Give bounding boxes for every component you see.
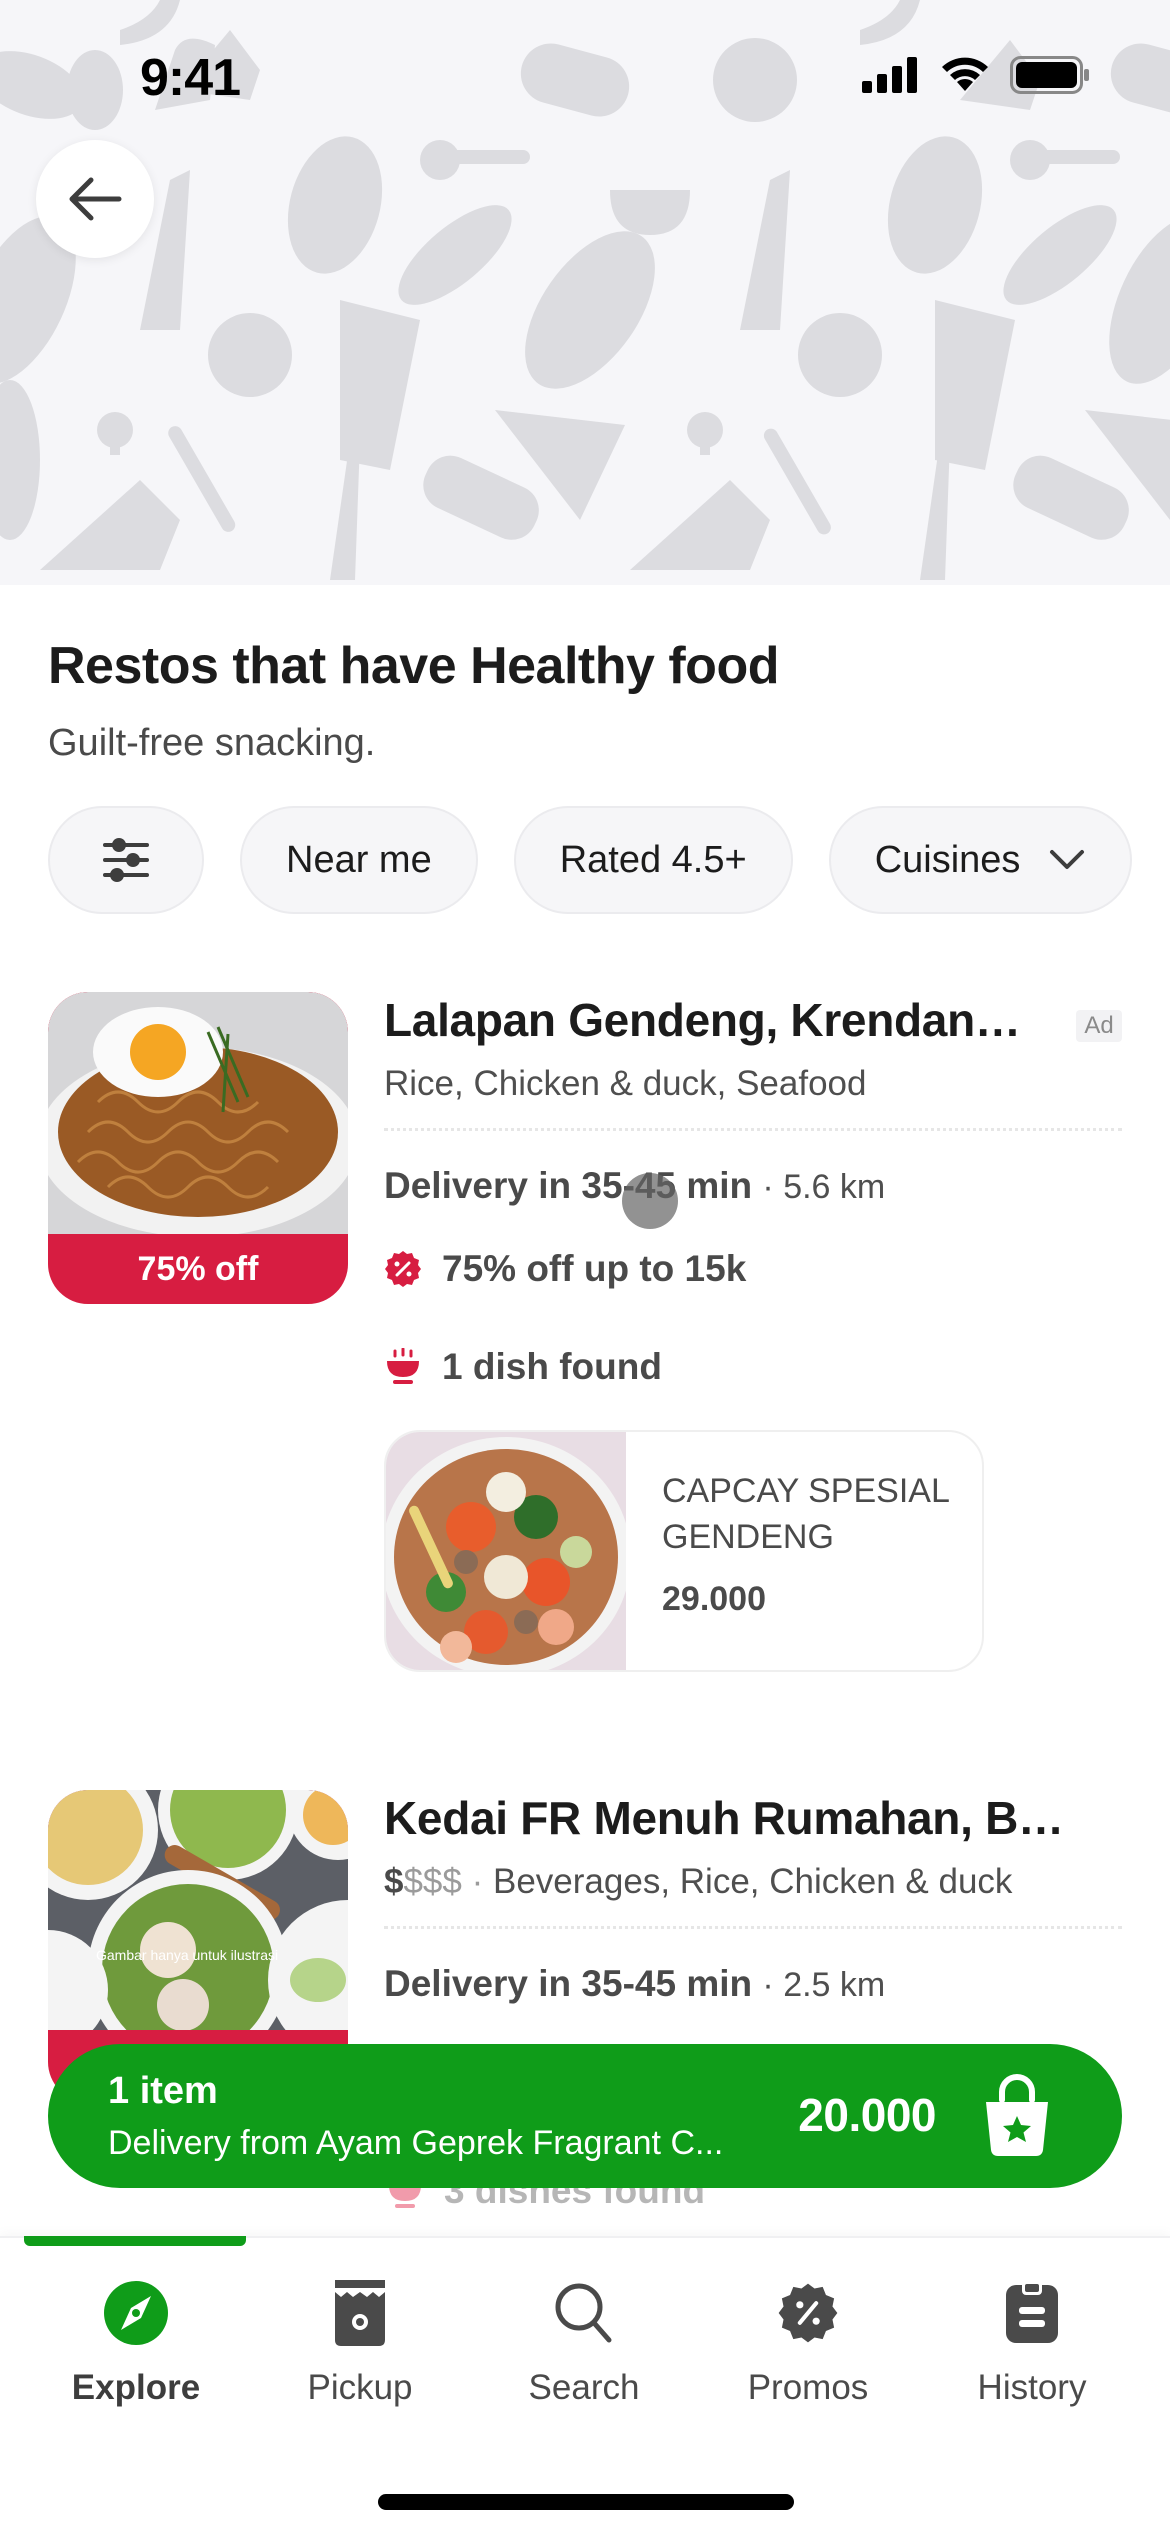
restaurant-name[interactable]: Kedai FR Menuh Rumahan, Bel...: [384, 1790, 1084, 1846]
distance: 5.6 km: [783, 1168, 886, 1206]
chip-label: Cuisines: [874, 838, 1021, 881]
distance: 2.5 km: [783, 1966, 886, 2004]
restaurant-cuisines: Beverages, Rice, Chicken & duck: [493, 1862, 1013, 1901]
near-me-chip[interactable]: Near me: [240, 806, 478, 914]
discount-label: 75% off: [137, 1249, 259, 1288]
ad-badge: Ad: [1076, 1010, 1122, 1042]
nav-label: Pickup: [307, 2368, 413, 2407]
divider: [384, 1926, 1122, 1929]
delivery-info: Delivery in 35-45 min · 5.6 km: [384, 1165, 886, 1206]
status-time: 9:41: [140, 49, 241, 107]
divider: [384, 1128, 1122, 1131]
page-title: Restos that have Healthy food: [48, 637, 779, 695]
bottom-navigation: Explore Pickup Search Promos History: [0, 2236, 1170, 2532]
cart-total: 20.000: [798, 2089, 936, 2141]
image-caption: Gambar hanya untuk ilustrasi: [96, 1947, 278, 1963]
back-button[interactable]: [36, 140, 154, 258]
price-level: $: [384, 1862, 404, 1901]
promo-row: 75% off up to 15k: [384, 1246, 1122, 1292]
nav-tab-pickup[interactable]: Pickup: [248, 2238, 472, 2438]
restaurant-name[interactable]: Lalapan Gendeng, Krendang...: [384, 992, 1034, 1048]
filter-settings-chip[interactable]: [48, 806, 204, 914]
nav-label: History: [977, 2368, 1087, 2407]
delivery-info: Delivery in 35-45 min · 2.5 km: [384, 1963, 886, 2004]
nav-label: Explore: [71, 2368, 201, 2407]
chip-label: Near me: [286, 838, 432, 881]
cart-item-count: 1 item: [108, 2070, 218, 2112]
shopping-bag-icon: [986, 2074, 1048, 2156]
arrow-left-icon: [69, 177, 122, 221]
cuisines-chip[interactable]: Cuisines: [828, 806, 1133, 914]
battery-icon: [1010, 56, 1089, 94]
dish-card[interactable]: CAPCAY SPESIAL GENDENG 29.000: [384, 1430, 984, 1672]
dish-price: 29.000: [662, 1580, 766, 1618]
promo-text: 75% off up to 15k: [442, 1248, 747, 1289]
page-subtitle: Guilt-free snacking.: [48, 722, 376, 764]
dish-photo: [386, 1432, 626, 1670]
separator: ·: [471, 1862, 484, 1901]
nav-tab-promos[interactable]: Promos: [696, 2238, 920, 2438]
dish-name: CAPCAY SPESIAL GENDENG: [662, 1472, 949, 1556]
price-level-inactive: $$$: [403, 1862, 462, 1901]
restaurant-info: Lalapan Gendeng, Krendang... Rice, Chick…: [384, 992, 1122, 1390]
filter-chips: Near me Rated 4.5+ Cuisines: [48, 806, 1133, 914]
rated-chip[interactable]: Rated 4.5+: [513, 806, 793, 914]
nav-tab-history[interactable]: History: [920, 2238, 1144, 2438]
clipboard-icon: [1006, 2281, 1058, 2343]
delivery-time: Delivery in 35-45 min: [384, 1165, 753, 1206]
nav-tab-search[interactable]: Search: [472, 2238, 696, 2438]
restaurant-photo: Gambar hanya untuk ilustrasi: [48, 1790, 348, 2030]
compass-icon: [104, 2281, 168, 2345]
pickup-bag-icon: [335, 2280, 385, 2346]
nav-tab-explore[interactable]: Explore: [24, 2236, 248, 2438]
wifi-icon: [942, 57, 988, 91]
cellular-signal-icon: [862, 57, 917, 93]
status-bar: 9:41: [0, 0, 1170, 150]
restaurant-thumbnail: 75% off: [48, 992, 348, 1304]
sliders-icon: [103, 838, 149, 882]
nav-label: Promos: [747, 2368, 869, 2407]
bowl-icon: [387, 1348, 419, 1384]
restaurant-info: Kedai FR Menuh Rumahan, Bel... $$$$ · Be…: [384, 1790, 1122, 2008]
nav-label: Search: [528, 2368, 640, 2407]
search-icon: [555, 2283, 612, 2343]
hero-banner: 9:41: [0, 0, 1170, 585]
cart-summary-bar[interactable]: 1 item Delivery from Ayam Geprek Fragran…: [48, 2044, 1122, 2188]
cart-restaurant: Delivery from Ayam Geprek Fragrant C...: [108, 2124, 724, 2162]
discount-badge-icon: [385, 1251, 421, 1287]
chip-label: Rated 4.5+: [559, 838, 747, 881]
restaurant-card[interactable]: 75% off Lalapan Gendeng, Krendang... Ric…: [48, 992, 1122, 1672]
restaurant-meta: $$$$ · Beverages, Rice, Chicken & duck: [384, 1860, 1122, 1904]
delivery-time: Delivery in 35-45 min: [384, 1963, 753, 2004]
restaurant-cuisines: Rice, Chicken & duck, Seafood: [384, 1064, 867, 1103]
chevron-down-icon: [1050, 850, 1085, 869]
dishes-found-text: 1 dish found: [442, 1346, 662, 1387]
restaurant-photo: [48, 992, 348, 1234]
touch-indicator: [622, 1173, 678, 1229]
promo-badge-icon: [778, 2283, 838, 2343]
dishes-found-row: 1 dish found: [384, 1344, 1122, 1390]
home-indicator[interactable]: [378, 2494, 794, 2510]
